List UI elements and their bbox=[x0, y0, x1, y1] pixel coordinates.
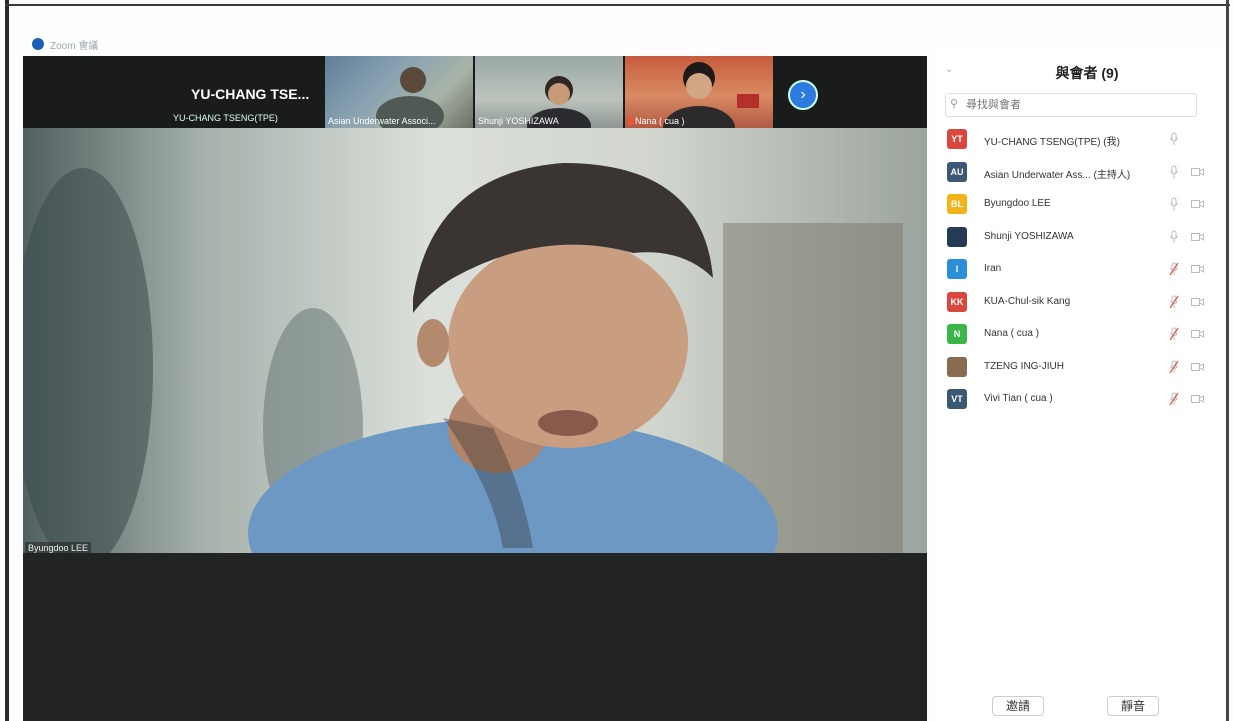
avatar: N bbox=[947, 324, 967, 344]
participant-name: Nana ( cua ) bbox=[984, 328, 1040, 339]
participant-row[interactable]: YT YU-CHANG TSENG(TPE) (我) bbox=[937, 126, 1224, 159]
page-border-right bbox=[1226, 0, 1229, 721]
mic-muted-icon[interactable] bbox=[1169, 327, 1179, 341]
thumb-label: Nana ( cua ) bbox=[628, 116, 685, 126]
thumb-label-text: Nana ( cua ) bbox=[635, 116, 685, 126]
speaker-video-image bbox=[23, 128, 927, 553]
thumb-label: Shunji YOSHIZAWA bbox=[478, 116, 559, 126]
camera-icon[interactable] bbox=[1191, 394, 1204, 404]
avatar: KK bbox=[947, 291, 967, 312]
mic-muted-icon[interactable] bbox=[1169, 360, 1179, 374]
participant-name: Byungdoo LEE bbox=[984, 198, 1051, 209]
camera-icon[interactable] bbox=[1191, 264, 1204, 274]
mic-muted-icon[interactable] bbox=[1169, 392, 1179, 406]
panel-title: 與會者 (9) bbox=[1055, 65, 1119, 81]
avatar: BL bbox=[947, 194, 967, 214]
mute-all-button[interactable]: 靜音 bbox=[1107, 696, 1159, 716]
participant-row[interactable]: I Iran bbox=[937, 256, 1224, 289]
participant-row[interactable]: BL Byungdoo LEE bbox=[937, 191, 1224, 224]
thumbnail-strip: YU-CHANG TSE... YU-CHANG TSENG(TPE) Asia… bbox=[23, 56, 927, 128]
zoom-logo-icon bbox=[32, 38, 44, 50]
participants-panel: ⌄ 與會者 (9) ⚲ YTYU-CHANG TSENG(TPE) (我)AUA… bbox=[937, 46, 1224, 721]
avatar: AU bbox=[947, 161, 967, 182]
camera-icon[interactable] bbox=[1191, 329, 1204, 339]
avatar bbox=[947, 356, 967, 377]
participant-row[interactable]: KK KUA-Chul-sik Kang bbox=[937, 289, 1224, 322]
participant-name: Iran bbox=[984, 263, 1002, 274]
participant-row[interactable]: N Nana ( cua ) bbox=[937, 321, 1224, 354]
camera-icon[interactable] bbox=[1191, 362, 1204, 372]
page-border-top bbox=[5, 4, 1230, 6]
invite-button[interactable]: 邀請 bbox=[992, 696, 1044, 716]
participant-row[interactable]: Shunji YOSHIZAWA bbox=[937, 224, 1224, 257]
search-icon: ⚲ bbox=[950, 98, 959, 110]
search-input[interactable] bbox=[964, 96, 1188, 114]
thumb-tile[interactable]: Shunji YOSHIZAWA bbox=[475, 56, 623, 128]
camera-icon[interactable] bbox=[1191, 297, 1204, 307]
thumb-self-big-name: YU-CHANG TSE... bbox=[191, 86, 310, 102]
camera-icon[interactable] bbox=[1191, 167, 1204, 177]
thumb-self-label: YU-CHANG TSENG(TPE) bbox=[173, 113, 278, 123]
thumb-label: Asian Underwater Associ... bbox=[328, 116, 436, 126]
avatar: VT bbox=[947, 389, 967, 409]
thumb-tile[interactable]: Asian Underwater Associ... bbox=[325, 56, 473, 128]
participant-name: Vivi Tian ( cua ) bbox=[984, 393, 1053, 404]
participant-name: Shunji YOSHIZAWA bbox=[984, 230, 1074, 242]
participant-name: YU-CHANG TSENG(TPE) (我) bbox=[984, 137, 1120, 148]
main-video bbox=[23, 128, 927, 553]
window-title: Zoom 會議 bbox=[50, 41, 99, 52]
camera-icon[interactable] bbox=[1191, 232, 1204, 242]
camera-icon[interactable] bbox=[1191, 199, 1204, 209]
mic-icon[interactable] bbox=[1169, 165, 1179, 179]
mic-muted-icon[interactable] bbox=[1169, 262, 1179, 276]
thumb-tile[interactable]: Nana ( cua ) bbox=[625, 56, 773, 128]
avatar bbox=[947, 226, 967, 247]
video-area: YU-CHANG TSE... YU-CHANG TSENG(TPE) Asia… bbox=[23, 56, 927, 721]
mic-icon[interactable] bbox=[1169, 132, 1179, 146]
participant-row[interactable]: AU Asian Underwater Ass... (主持人) bbox=[937, 159, 1224, 192]
participant-name: KUA-Chul-sik Kang bbox=[984, 295, 1071, 307]
chevron-down-icon[interactable]: ⌄ bbox=[945, 64, 953, 75]
chevron-right-icon[interactable]: › bbox=[788, 80, 818, 110]
participant-name: TZENG ING-JIUH bbox=[984, 360, 1064, 372]
avatar: I bbox=[947, 259, 967, 279]
mic-icon[interactable] bbox=[1169, 197, 1179, 211]
mic-muted-icon[interactable] bbox=[1169, 295, 1179, 309]
participant-row[interactable]: TZENG ING-JIUH bbox=[937, 354, 1224, 387]
window-titlebar: Zoom 會議 bbox=[22, 36, 272, 52]
mic-icon[interactable] bbox=[1169, 230, 1179, 244]
video-letterbox bbox=[23, 553, 927, 721]
participant-list: YT YU-CHANG TSENG(TPE) (我) AU Asian Underwa… bbox=[937, 126, 1224, 419]
mic-muted-icon bbox=[628, 117, 633, 125]
participant-row[interactable]: VT Vivi Tian ( cua ) bbox=[937, 386, 1224, 419]
participant-search: ⚲ bbox=[945, 93, 1197, 117]
page-border-left bbox=[5, 0, 9, 721]
thumb-tile-self[interactable]: YU-CHANG TSE... YU-CHANG TSENG(TPE) bbox=[173, 56, 323, 128]
avatar: YT bbox=[947, 129, 967, 149]
participant-name: Asian Underwater Ass... (主持人) bbox=[984, 169, 1131, 181]
